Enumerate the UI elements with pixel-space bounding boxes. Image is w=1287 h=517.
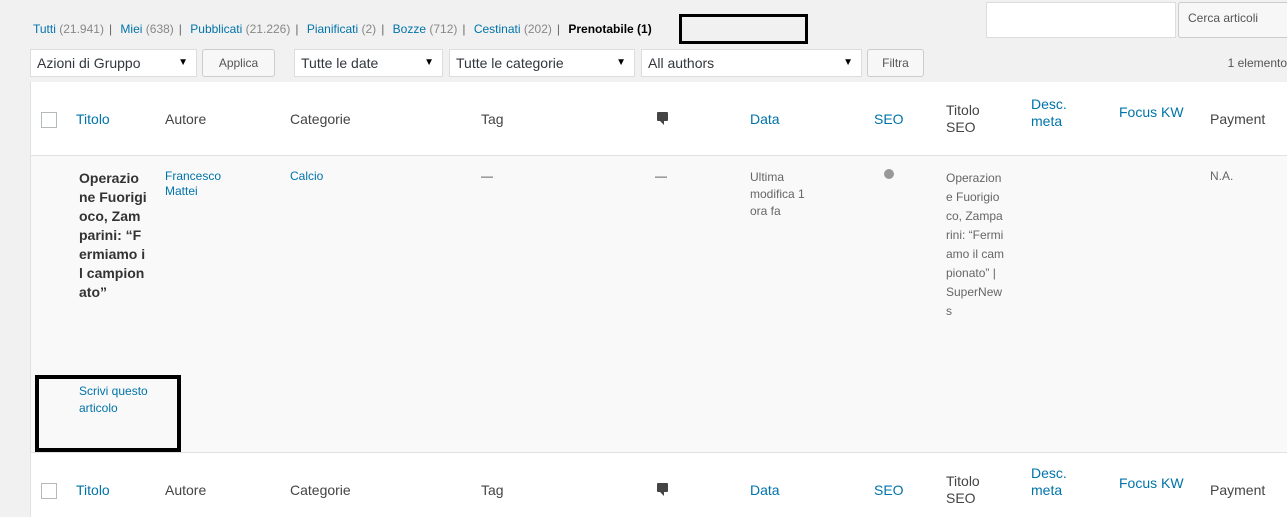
dropdown-arrow-icon: ▼: [424, 57, 434, 68]
filter-button[interactable]: Filtra: [867, 49, 924, 77]
select-all-checkbox-footer[interactable]: [41, 483, 57, 499]
column-focus-kw[interactable]: Focus KW: [1119, 475, 1184, 491]
column-focus-kw[interactable]: Focus KW: [1119, 104, 1184, 120]
column-seo-title: Titolo SEO: [946, 102, 980, 135]
post-date: Ultima modifica 1 ora fa: [750, 170, 805, 218]
category-filter-select[interactable]: Tutte le categorie ▼: [449, 49, 635, 77]
status-link-bozze[interactable]: Bozze (712): [393, 22, 458, 36]
search-input[interactable]: [986, 2, 1176, 38]
column-tags: Tag: [481, 482, 504, 498]
select-all-checkbox[interactable]: [41, 112, 57, 128]
column-seo[interactable]: SEO: [874, 111, 904, 127]
post-comments: —: [655, 169, 667, 183]
dropdown-arrow-icon: ▼: [843, 57, 853, 68]
post-tags: —: [481, 169, 493, 183]
column-meta-desc[interactable]: Desc. meta: [1031, 465, 1076, 499]
column-tags: Tag: [481, 111, 504, 127]
column-title[interactable]: Titolo: [76, 111, 110, 127]
column-payment: Payment: [1210, 482, 1266, 498]
status-link-miei[interactable]: Miei (638): [120, 22, 173, 36]
post-category[interactable]: Calcio: [290, 169, 323, 184]
column-title[interactable]: Titolo: [76, 482, 110, 498]
column-author: Autore: [165, 482, 207, 498]
post-author[interactable]: Francesco Mattei: [165, 169, 245, 199]
seo-status-dot: [884, 169, 894, 179]
column-meta-desc[interactable]: Desc. meta: [1031, 96, 1076, 130]
comments-icon: [657, 483, 668, 496]
post-payment: N.A.: [1210, 169, 1234, 183]
posts-table: Titolo Autore Categorie Tag Data SEO Tit…: [30, 82, 1287, 517]
post-title[interactable]: Operazione Fuorigioco, Zamparini: “Fermi…: [79, 169, 147, 302]
column-date[interactable]: Data: [750, 482, 780, 498]
author-filter-select[interactable]: All authors ▼: [641, 49, 862, 77]
column-date[interactable]: Data: [750, 111, 780, 127]
status-link-pianificati[interactable]: Pianificati (2): [307, 22, 376, 36]
table-row: Operazione Fuorigioco, Zamparini: “Fermi…: [31, 156, 1287, 452]
status-links: Tutti (21.941) | Miei (638) | Pubblicati (…: [33, 22, 652, 36]
column-categories: Categorie: [290, 482, 351, 498]
column-seo-title: Titolo SEO: [946, 473, 980, 506]
dropdown-arrow-icon: ▼: [178, 57, 188, 68]
table-header: Titolo Autore Categorie Tag Data SEO Tit…: [31, 82, 1287, 156]
highlight-box-prenotabile: [679, 14, 808, 44]
table-footer: Titolo Autore Categorie Tag Data SEO Tit…: [31, 452, 1287, 517]
status-link-pubblicati[interactable]: Pubblicati (21.226): [190, 22, 290, 36]
post-seo-title: Operazione Fuorigioco, Zamparini: “Fermi…: [946, 171, 1005, 318]
dropdown-arrow-icon: ▼: [616, 57, 626, 68]
status-link-prenotabile[interactable]: Prenotabile (1): [568, 22, 651, 36]
date-filter-select[interactable]: Tutte le date ▼: [294, 49, 443, 77]
bulk-actions-select[interactable]: Azioni di Gruppo ▼: [30, 49, 197, 77]
search-button[interactable]: Cerca articoli: [1178, 2, 1287, 38]
column-categories: Categorie: [290, 111, 351, 127]
status-link-cestinati[interactable]: Cestinati (202): [474, 22, 552, 36]
items-count: 1 elemento: [1227, 56, 1287, 70]
column-payment: Payment: [1210, 111, 1266, 127]
highlight-box-action: [35, 375, 181, 452]
apply-button[interactable]: Applica: [202, 49, 275, 77]
column-author: Autore: [165, 111, 207, 127]
status-link-tutti[interactable]: Tutti (21.941): [33, 22, 104, 36]
column-seo[interactable]: SEO: [874, 482, 904, 498]
comments-icon: [657, 112, 668, 125]
